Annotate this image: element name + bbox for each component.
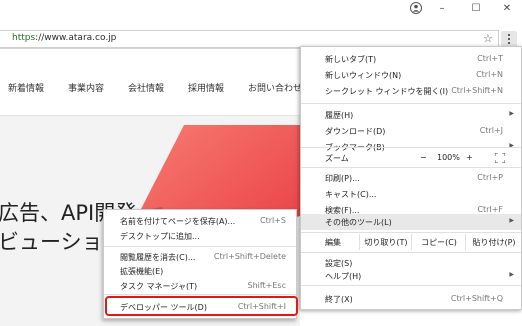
menu-item-downloads[interactable]: ダウンロード(D) Ctrl+J <box>301 123 521 139</box>
submenu-item-task-manager[interactable]: タスク マネージャ(T) Shift+Esc <box>104 278 296 293</box>
developer-tools-highlight <box>105 296 298 316</box>
menu-item-incognito[interactable]: シークレット ウィンドウを開く(I) Ctrl+Shift+N <box>301 83 521 99</box>
submenu-item-extensions[interactable]: 拡張機能(E) <box>104 263 296 278</box>
zoom-level: 100% <box>437 153 460 162</box>
bookmark-star-icon[interactable]: ☆ <box>483 32 493 45</box>
zoom-in-button[interactable]: + <box>466 153 473 162</box>
menu-item-new-window[interactable]: 新しいウィンドウ(N) Ctrl+N <box>301 67 521 83</box>
submenu-arrow-icon: ▶ <box>509 110 514 117</box>
menu-item-cast[interactable]: キャスト(C)... <box>301 186 521 202</box>
nav-business[interactable]: 事業内容 <box>68 81 104 94</box>
menu-separator <box>301 147 521 148</box>
url-text[interactable]: https://www.atara.co.jp <box>12 33 116 43</box>
close-icon[interactable]: ✕ <box>492 0 522 16</box>
account-icon[interactable] <box>410 2 422 14</box>
menu-separator <box>301 103 521 104</box>
menu-item-more-tools[interactable]: その他のツール(L) ▶ <box>301 214 521 230</box>
menu-item-new-tab[interactable]: 新しいタブ(T) Ctrl+T <box>301 51 521 67</box>
nav-news[interactable]: 新着情報 <box>8 81 44 94</box>
fullscreen-icon[interactable] <box>495 153 505 163</box>
submenu-separator <box>104 246 296 247</box>
nav-recruit[interactable]: 採用情報 <box>188 81 224 94</box>
submenu-item-save-page[interactable]: 名前を付けてページを保存(A)... Ctrl+S <box>104 213 296 228</box>
submenu-item-clear-browsing-data[interactable]: 閲覧履歴を消去(C)... Ctrl+Shift+Delete <box>104 249 296 264</box>
copy-button[interactable]: コピー(C) <box>411 234 466 250</box>
menu-separator <box>301 167 521 168</box>
submenu-item-add-to-desktop[interactable]: デスクトップに追加... <box>104 228 296 243</box>
submenu-arrow-icon: ▶ <box>509 271 514 278</box>
chrome-main-menu: 新しいタブ(T) Ctrl+T 新しいウィンドウ(N) Ctrl+N シークレット … <box>300 46 522 310</box>
menu-separator <box>301 232 521 233</box>
menu-separator <box>301 252 521 253</box>
menu-item-print[interactable]: 印刷(P)... Ctrl+P <box>301 170 521 186</box>
submenu-separator <box>104 294 296 295</box>
nav-company[interactable]: 会社情報 <box>128 81 164 94</box>
menu-separator <box>301 285 521 286</box>
menu-item-exit[interactable]: 終了(X) Ctrl+Shift+Q <box>301 291 521 307</box>
nav-contact[interactable]: お問い合わせ <box>248 81 302 94</box>
menu-zoom-row: ズーム − 100% + <box>301 150 521 166</box>
zoom-out-button[interactable]: − <box>420 153 427 162</box>
menu-item-help[interactable]: ヘルプ(H) ▶ <box>301 268 521 284</box>
menu-item-history[interactable]: 履歴(H) ▶ <box>301 107 521 123</box>
minimize-icon[interactable]: – <box>427 0 457 16</box>
menu-edit-row: 編集 切り取り(T) コピー(C) 貼り付け(P) <box>301 234 521 250</box>
title-bar: – ☐ ✕ <box>0 0 522 28</box>
maximize-icon[interactable]: ☐ <box>461 0 491 16</box>
chrome-menu-button[interactable] <box>501 31 517 47</box>
cut-button[interactable]: 切り取り(T) <box>359 234 412 250</box>
paste-button[interactable]: 貼り付け(P) <box>465 234 522 250</box>
submenu-arrow-icon: ▶ <box>509 217 514 224</box>
